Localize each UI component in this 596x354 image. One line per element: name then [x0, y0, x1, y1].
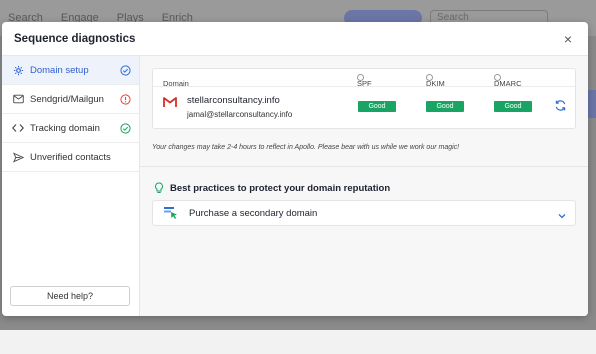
header-dmarc: DMARC [494, 74, 522, 88]
diagnostics-sidebar: Domain setup Sendgrid/Mailgun Tracking d [2, 56, 140, 316]
header-dkim: DKIM [426, 74, 445, 88]
sidebar-item-unverified-contacts[interactable]: Unverified contacts [2, 143, 139, 172]
chevron-down-icon[interactable] [557, 208, 567, 219]
domain-name: stellarconsultancy.info [187, 95, 280, 106]
alert-circle-icon [120, 93, 131, 105]
mail-icon [12, 93, 24, 105]
code-icon [12, 122, 24, 134]
cursor-click-icon [163, 206, 179, 220]
header-spf: SPF [357, 74, 372, 88]
sidebar-item-label: Sendgrid/Mailgun [30, 93, 104, 105]
sequence-diagnostics-modal: Sequence diagnostics × Domain setup Send… [2, 22, 588, 316]
need-help-button[interactable]: Need help? [10, 286, 130, 306]
sidebar-item-label: Domain setup [30, 64, 89, 76]
spf-status-badge: Good [358, 101, 396, 112]
sidebar-item-label: Tracking domain [30, 122, 100, 134]
dkim-status-badge: Good [426, 101, 464, 112]
modal-title: Sequence diagnostics [14, 32, 136, 45]
lightbulb-icon [154, 182, 164, 194]
best-practices-title: Best practices to protect your domain re… [154, 182, 390, 194]
sidebar-item-tracking-domain[interactable]: Tracking domain [2, 114, 139, 143]
check-circle-icon [120, 64, 131, 76]
gmail-icon [163, 95, 177, 107]
bg-bottom-area [0, 330, 596, 354]
refresh-icon[interactable] [554, 99, 567, 112]
gear-icon [12, 64, 24, 76]
bg-side-strip [588, 90, 596, 118]
best-practices-title-text: Best practices to protect your domain re… [170, 182, 391, 194]
domain-table-header: Domain SPF DKIM DMARC [153, 69, 575, 88]
check-circle-icon [120, 122, 131, 134]
section-divider [140, 166, 588, 167]
best-practice-label: Purchase a secondary domain [189, 207, 318, 219]
sidebar-item-label: Unverified contacts [30, 151, 111, 163]
propagation-note: Your changes may take 2-4 hours to refle… [152, 144, 460, 151]
modal-body: Domain setup Sendgrid/Mailgun Tracking d [2, 56, 588, 316]
modal-header: Sequence diagnostics × [2, 22, 588, 56]
purchase-secondary-domain-item[interactable]: Purchase a secondary domain [152, 200, 576, 226]
table-row: stellarconsultancy.info jamal@stellarcon… [153, 87, 575, 129]
sidebar-item-domain-setup[interactable]: Domain setup [2, 56, 139, 85]
domain-email: jamal@stellarconsultancy.info [187, 110, 293, 119]
close-button[interactable]: × [560, 31, 576, 47]
dmarc-status-badge: Good [494, 101, 532, 112]
domain-table: Domain SPF DKIM DMARC stellarconsultancy… [152, 68, 576, 129]
diagnostics-main: Domain SPF DKIM DMARC stellarconsultancy… [140, 56, 588, 316]
send-icon [12, 151, 24, 163]
sidebar-item-sendgrid-mailgun[interactable]: Sendgrid/Mailgun [2, 85, 139, 114]
